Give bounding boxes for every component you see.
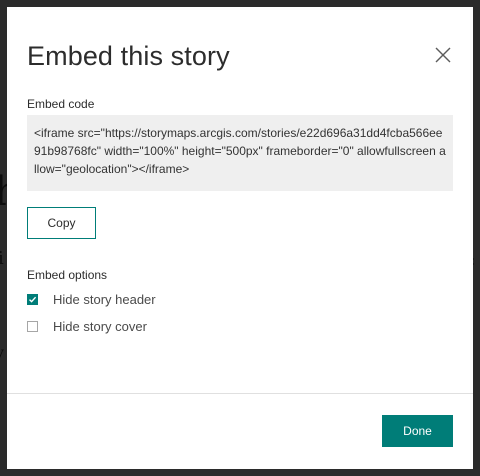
footer-divider: [7, 393, 473, 394]
background-page-fragment: y: [0, 346, 4, 360]
hide-story-header-label: Hide story header: [53, 291, 156, 307]
hide-story-cover-label: Hide story cover: [53, 318, 147, 334]
embed-dialog: Embed this story Embed code <iframe src=…: [7, 7, 473, 469]
embed-code-label: Embed code: [27, 97, 95, 111]
option-hide-story-header[interactable]: Hide story header: [27, 291, 156, 307]
close-icon: [435, 47, 451, 63]
embed-options-label: Embed options: [27, 268, 108, 282]
close-button[interactable]: [431, 43, 455, 67]
option-hide-story-cover[interactable]: Hide story cover: [27, 318, 147, 334]
background-page-fragment: i: [0, 248, 4, 269]
embed-code-field[interactable]: <iframe src="https://storymaps.arcgis.co…: [27, 115, 453, 191]
hide-story-header-checkbox[interactable]: [27, 293, 38, 305]
copy-button[interactable]: Copy: [27, 207, 96, 239]
done-button[interactable]: Done: [382, 415, 453, 447]
hide-story-cover-checkbox[interactable]: [27, 320, 38, 332]
dialog-title: Embed this story: [27, 41, 230, 71]
checkmark-icon: [29, 296, 37, 303]
